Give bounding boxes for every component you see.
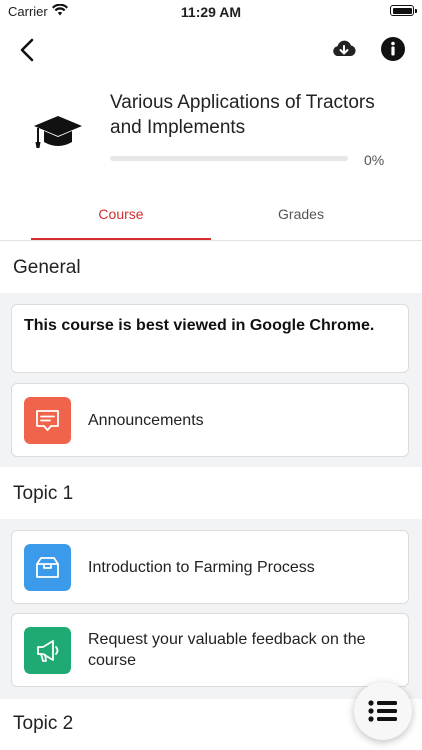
activity-announcements[interactable]: Announcements [11, 383, 409, 457]
section-title-general: General [13, 257, 81, 278]
cloud-download-icon[interactable] [330, 36, 358, 64]
megaphone-icon [24, 627, 71, 674]
battery-icon [390, 5, 417, 16]
course-header: Various Applications of Tractors and Imp… [0, 80, 422, 190]
section-general-body: This course is best viewed in Google Chr… [0, 293, 422, 467]
clock: 11:29 AM [180, 4, 242, 20]
notice-card: This course is best viewed in Google Chr… [11, 304, 409, 373]
course-content: General This course is best viewed in Go… [0, 241, 422, 750]
course-progress-bar [110, 156, 348, 161]
course-index-button[interactable] [354, 682, 412, 740]
info-icon[interactable] [380, 36, 406, 62]
announcement-icon [24, 397, 71, 444]
activity-label: Introduction to Farming Process [88, 559, 315, 576]
activity-introduction[interactable]: Introduction to Farming Process [11, 530, 409, 604]
progress-percent: 0% [364, 152, 385, 168]
tab-grades[interactable]: Grades [211, 196, 391, 240]
section-title-topic-2: Topic 2 [13, 713, 74, 734]
box-icon [24, 544, 71, 591]
activity-label: Announcements [88, 412, 204, 429]
activity-feedback[interactable]: Request your valuable feedback on the co… [11, 613, 409, 687]
list-icon [368, 700, 397, 722]
nav-bar [0, 24, 422, 72]
section-topic-1-body: Introduction to Farming Process Request … [0, 519, 422, 699]
activity-label: Request your valuable feedback on the co… [88, 631, 366, 669]
tab-bar: Course Grades [0, 196, 422, 241]
section-title-topic-1: Topic 1 [13, 483, 74, 504]
graduation-cap-icon [34, 116, 82, 148]
tab-course[interactable]: Course [31, 196, 211, 240]
back-chevron-icon[interactable] [14, 36, 42, 64]
status-bar: Carrier 11:29 AM [0, 0, 422, 24]
course-title: Various Applications of Tractors and Imp… [110, 92, 375, 138]
